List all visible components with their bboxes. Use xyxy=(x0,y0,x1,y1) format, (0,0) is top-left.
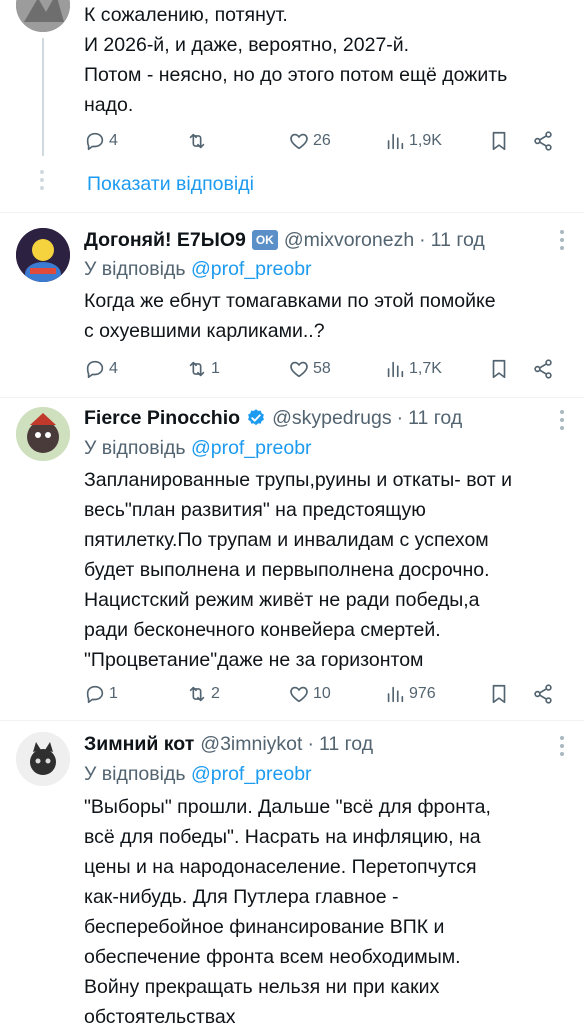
timestamp[interactable]: 11 год xyxy=(431,228,485,252)
reply-context: У відповідь @prof_preobr xyxy=(84,257,312,281)
views-button[interactable]: 1,9K xyxy=(384,128,442,154)
reply-context: У відповідь @prof_preobr xyxy=(84,436,312,460)
share-icon xyxy=(534,131,552,151)
like-icon xyxy=(290,133,308,150)
retweet-button[interactable] xyxy=(186,128,211,154)
bookmark-button[interactable] xyxy=(488,128,510,154)
reply-icon xyxy=(86,685,104,704)
reply-icon xyxy=(86,360,104,379)
user-handle[interactable]: @skypedrugs xyxy=(272,406,392,430)
views-button[interactable]: 976 xyxy=(384,681,436,707)
share-button[interactable] xyxy=(532,681,554,707)
thread-dots xyxy=(40,170,44,190)
tweet-actions: 4 26 1,9K xyxy=(84,128,558,154)
bookmark-button[interactable] xyxy=(488,681,510,707)
more-icon[interactable] xyxy=(560,410,564,430)
reply-icon xyxy=(86,132,104,151)
tweet-3-text: "Выборы" прошли. Дальше "всё для фронта,… xyxy=(84,796,491,1024)
views-icon xyxy=(387,686,404,703)
share-button[interactable] xyxy=(532,356,554,382)
user-handle[interactable]: @3imniykot xyxy=(200,732,302,756)
ok-badge-icon: OK xyxy=(251,230,278,250)
avatar[interactable] xyxy=(16,228,70,282)
bookmark-icon xyxy=(492,359,506,379)
retweet-button[interactable]: 2 xyxy=(186,681,220,707)
reply-to-link[interactable]: @prof_preobr xyxy=(191,763,312,785)
bookmark-icon xyxy=(492,131,506,151)
retweet-icon xyxy=(189,361,205,377)
tweet-actions: 4 1 58 1,7K xyxy=(84,356,558,382)
reply-to-link[interactable]: @prof_preobr xyxy=(191,258,312,280)
more-icon[interactable] xyxy=(560,230,564,250)
verified-icon xyxy=(248,409,264,426)
views-count: 976 xyxy=(409,685,436,702)
display-name[interactable]: Fierce Pinocchio xyxy=(84,406,240,430)
retweet-count: 1 xyxy=(211,360,220,377)
reply-button[interactable]: 1 xyxy=(84,681,118,707)
like-button[interactable]: 58 xyxy=(288,356,331,382)
views-count: 1,9K xyxy=(409,132,442,149)
divider xyxy=(0,212,584,213)
tweet-text: Запланированные трупы,руины и откаты- во… xyxy=(84,465,570,675)
like-button[interactable]: 26 xyxy=(288,128,331,154)
like-count: 58 xyxy=(313,360,331,377)
retweet-icon xyxy=(189,133,205,149)
separator: · xyxy=(419,229,426,251)
more-icon[interactable] xyxy=(560,736,564,756)
reply-count: 4 xyxy=(109,360,118,377)
tweet-1-text: Когда же ебнут томагавками по этой помой… xyxy=(84,290,496,342)
tweet-header: Догоняй! Е7ЫО9 OK @mixvoronezh · 11 год xyxy=(84,228,570,252)
reply-prefix: У відповідь xyxy=(84,437,186,459)
like-icon xyxy=(290,361,308,378)
avatar[interactable] xyxy=(16,732,70,786)
display-name[interactable]: Зимний кот xyxy=(84,732,194,756)
share-button[interactable] xyxy=(532,128,554,154)
bookmark-icon xyxy=(492,684,506,704)
reply-context: У відповідь @prof_preobr xyxy=(84,762,312,786)
show-replies-link[interactable]: Показати відповіді xyxy=(87,171,254,197)
tweet-text: "Выборы" прошли. Дальше "всё для фронта,… xyxy=(84,792,570,1024)
display-name[interactable]: Догоняй! Е7ЫО9 xyxy=(84,228,246,252)
timestamp[interactable]: 11 год xyxy=(408,406,462,430)
like-icon xyxy=(290,686,308,703)
reply-count: 1 xyxy=(109,685,118,702)
user-handle[interactable]: @mixvoronezh xyxy=(284,228,414,252)
tweet-actions: 1 2 10 976 xyxy=(84,681,558,707)
reply-count: 4 xyxy=(109,132,118,149)
tweet-2-text: Запланированные трупы,руины и откаты- во… xyxy=(84,469,513,671)
retweet-button[interactable]: 1 xyxy=(186,356,220,382)
separator: · xyxy=(307,733,314,755)
retweet-icon xyxy=(189,686,205,702)
reply-button[interactable]: 4 xyxy=(84,356,118,382)
tweet-header: Fierce Pinocchio @skypedrugs · 11 год xyxy=(84,406,570,430)
divider xyxy=(0,397,584,398)
like-count: 10 xyxy=(313,685,331,702)
thread-line xyxy=(42,38,44,156)
bookmark-button[interactable] xyxy=(488,356,510,382)
share-icon xyxy=(534,359,552,379)
avatar[interactable] xyxy=(16,0,70,32)
reply-button[interactable]: 4 xyxy=(84,128,118,154)
views-count: 1,7K xyxy=(409,360,442,377)
tweet-0-text: К сожалению, потянут. И 2026-й, и даже, … xyxy=(84,4,508,116)
share-icon xyxy=(534,684,552,704)
retweet-count: 2 xyxy=(211,685,220,702)
tweet-header: Зимний кот @3imniykot · 11 год xyxy=(84,732,570,756)
like-button[interactable]: 10 xyxy=(288,681,331,707)
like-count: 26 xyxy=(313,132,331,149)
reply-prefix: У відповідь xyxy=(84,258,186,280)
views-icon xyxy=(387,133,404,150)
tweet-text: К сожалению, потянут. И 2026-й, и даже, … xyxy=(84,0,570,120)
views-button[interactable]: 1,7K xyxy=(384,356,442,382)
divider xyxy=(0,720,584,721)
avatar[interactable] xyxy=(16,407,70,461)
reply-to-link[interactable]: @prof_preobr xyxy=(191,437,312,459)
views-icon xyxy=(387,361,404,378)
reply-prefix: У відповідь xyxy=(84,763,186,785)
tweet-text: Когда же ебнут томагавками по этой помой… xyxy=(84,286,570,346)
separator: · xyxy=(396,407,404,429)
timestamp[interactable]: 11 год xyxy=(319,732,373,756)
